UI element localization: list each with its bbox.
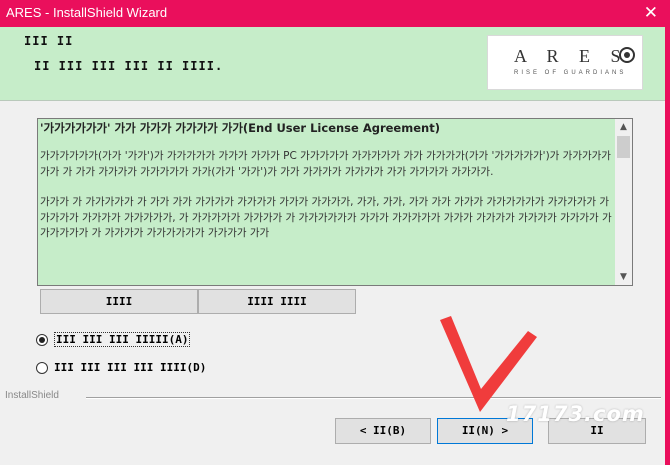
pointer-arrow-icon <box>440 316 537 412</box>
site-watermark: 17173.com <box>506 402 645 426</box>
red-arrow-shape <box>440 316 537 412</box>
